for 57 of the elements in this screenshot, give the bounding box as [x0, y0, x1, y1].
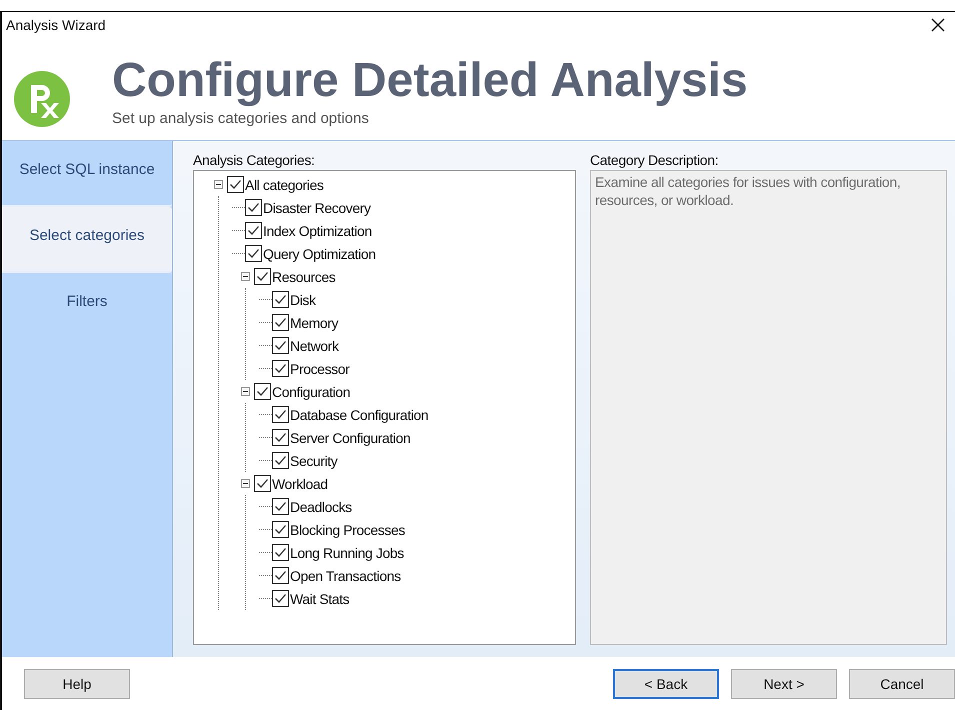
- checkbox[interactable]: [245, 199, 262, 216]
- tree-item-label[interactable]: Long Running Jobs: [290, 544, 404, 560]
- tree-item-label[interactable]: Configuration: [272, 384, 350, 400]
- checkbox[interactable]: [272, 498, 289, 515]
- tree-item-label[interactable]: Network: [290, 338, 339, 354]
- checkbox[interactable]: [245, 222, 262, 239]
- tree-item-label[interactable]: Index Optimization: [263, 222, 372, 238]
- tree-item-label[interactable]: Security: [290, 452, 338, 468]
- tree-item-label[interactable]: Open Transactions: [290, 568, 401, 584]
- checkbox[interactable]: [272, 590, 289, 607]
- checkbox[interactable]: [254, 475, 271, 492]
- tree-item-label[interactable]: Disk: [290, 292, 316, 308]
- tree-item-label[interactable]: Disaster Recovery: [263, 200, 371, 216]
- window-title: Analysis Wizard: [6, 17, 106, 33]
- collapse-icon[interactable]: [241, 479, 250, 488]
- tree-item-label[interactable]: Blocking Processes: [290, 522, 405, 538]
- checkbox[interactable]: [272, 406, 289, 423]
- tree-item-label[interactable]: Server Configuration: [290, 430, 410, 446]
- wizard-button[interactable]: Next >: [731, 668, 837, 698]
- collapse-icon[interactable]: [214, 180, 223, 189]
- tree-item-label[interactable]: Workload: [272, 476, 328, 492]
- checkbox[interactable]: [272, 337, 289, 354]
- page-title: Configure Detailed Analysis: [112, 54, 748, 108]
- tree-item-label[interactable]: Query Optimization: [263, 246, 376, 262]
- tree-item-label[interactable]: All categories: [245, 176, 324, 192]
- checkbox[interactable]: [272, 314, 289, 331]
- close-icon[interactable]: [931, 18, 945, 32]
- checkbox[interactable]: [227, 176, 244, 193]
- checkbox[interactable]: [272, 429, 289, 446]
- wizard-button[interactable]: Cancel: [849, 668, 955, 698]
- field-label: Category Description:: [590, 151, 720, 170]
- tree-item-label[interactable]: Database Configuration: [290, 406, 428, 422]
- tree-item-label[interactable]: Processor: [290, 360, 350, 376]
- checkbox[interactable]: [272, 521, 289, 538]
- checkbox[interactable]: [245, 245, 262, 262]
- field-label: Analysis Categories:: [193, 151, 316, 170]
- checkbox[interactable]: [272, 452, 289, 469]
- page-subtitle: Set up analysis categories and options: [112, 110, 370, 128]
- checkbox[interactable]: [272, 544, 289, 561]
- tree-item-label[interactable]: Resources: [272, 268, 336, 284]
- wizard-button[interactable]: < Back: [613, 668, 719, 698]
- checkbox[interactable]: [254, 383, 271, 400]
- checkbox[interactable]: [272, 567, 289, 584]
- wizard-button[interactable]: Help: [24, 668, 130, 698]
- description-box: Examine all categories for issues with configuration, resources, or workload.: [590, 170, 947, 645]
- step-tab[interactable]: Select categories: [2, 207, 172, 273]
- collapse-icon[interactable]: [241, 387, 250, 396]
- tree-item-label[interactable]: Deadlocks: [290, 498, 352, 514]
- step-tab[interactable]: Select SQL instance: [2, 141, 172, 207]
- step-tab[interactable]: Filters: [2, 273, 172, 657]
- tree-item-label[interactable]: Wait Stats: [290, 590, 350, 606]
- checkbox[interactable]: [254, 268, 271, 285]
- checkbox[interactable]: [272, 360, 289, 377]
- collapse-icon[interactable]: [241, 272, 250, 281]
- tree-item-label[interactable]: Memory: [290, 314, 338, 330]
- checkbox[interactable]: [272, 291, 289, 308]
- rx-logo-icon: [14, 71, 70, 127]
